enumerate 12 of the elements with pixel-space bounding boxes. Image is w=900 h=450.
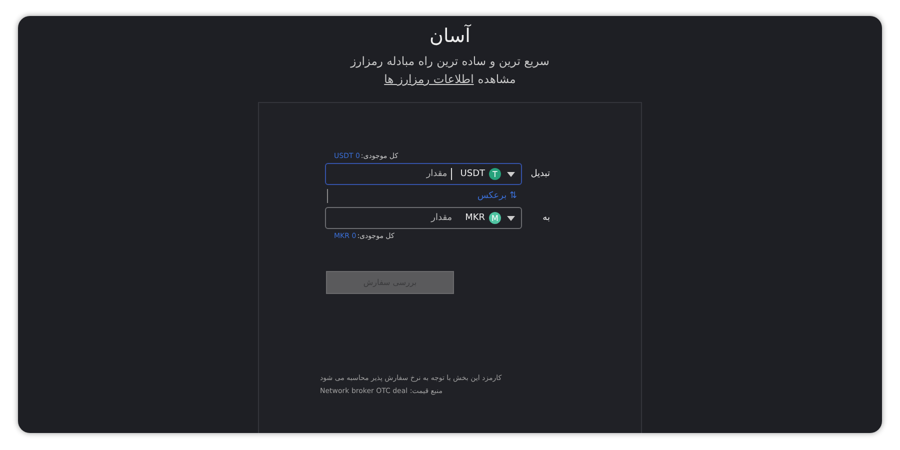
page-title: آسان bbox=[430, 23, 470, 49]
token-icon: T bbox=[489, 168, 501, 180]
info-link[interactable]: اطلاعات رمزارز ها bbox=[384, 70, 474, 88]
subtitle: سریع ترین و ساده ترین راه مبادله رمزارز bbox=[350, 53, 550, 70]
token-select[interactable]: USDT T bbox=[460, 168, 515, 180]
caret-icon bbox=[507, 216, 515, 220]
field-label: به bbox=[542, 213, 550, 223]
token-icon: M bbox=[489, 212, 501, 224]
token-select[interactable]: MKR M bbox=[465, 212, 515, 224]
info-text: مشاهده bbox=[478, 71, 516, 88]
field-label: تبدیل bbox=[530, 169, 550, 179]
caret-icon bbox=[507, 172, 515, 176]
